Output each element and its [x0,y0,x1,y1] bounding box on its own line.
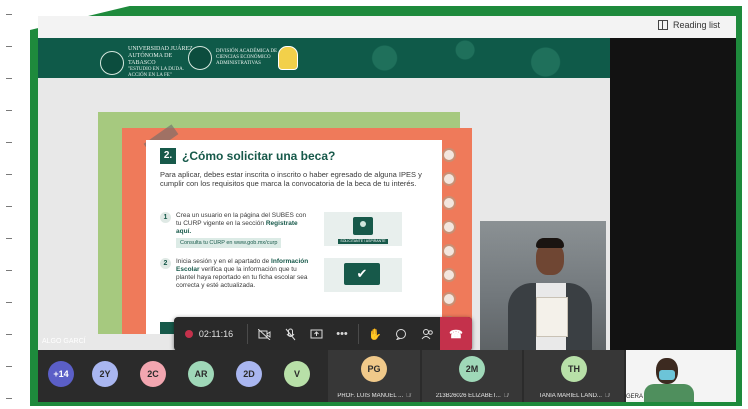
face-mask [659,370,675,380]
notebook-page: 2. ¿Cómo solicitar una beca? Para aplica… [146,140,442,334]
speaker-video [480,221,606,350]
teams-meeting-window: Reading list UNIVERSIDAD JUÁREZ AUTÓNOMA… [38,16,736,402]
raise-hand-button[interactable]: ✋ [362,317,388,351]
slide-intro: Para aplicar, debes estar inscrita o ins… [160,170,422,188]
speaker-hair [536,238,564,248]
self-video-tile[interactable]: GERA [626,350,736,402]
notebook-rings [442,148,456,330]
checkmark-icon: ✔ [344,263,380,285]
participants-button[interactable] [414,317,440,351]
meeting-timer: 02:11:16 [198,329,234,339]
browser-toolbar: Reading list [38,16,736,39]
shield-logo [278,46,298,70]
participant-name: PROF. LUIS MANUEL ... [337,393,404,399]
mic-toggle-button[interactable] [277,317,303,351]
hang-up-button[interactable]: ☎ [440,317,472,351]
participant-avatar[interactable]: AR [188,361,214,387]
hand-icon: ✋ [368,328,382,341]
camera-off-icon [257,328,270,340]
mic-off-icon: 🎙̸ [406,393,411,399]
participant-avatar[interactable]: 2D [236,361,262,387]
speaker-paper [536,297,568,337]
more-options-button[interactable]: ••• [329,317,355,351]
meeting-stage: UNIVERSIDAD JUÁREZ AUTÓNOMA DE TABASCO "… [38,38,736,351]
mic-off-icon [285,328,295,340]
reading-list-label: Reading list [672,20,720,30]
divider [247,324,248,344]
header-pattern [288,38,610,78]
recording-indicator: 02:11:16 [174,317,244,351]
shield-icon [278,46,298,70]
slide-header: UNIVERSIDAD JUÁREZ AUTÓNOMA DE TABASCO "… [38,38,610,78]
division-seal-icon [188,46,212,70]
curp-note: Consulta tu CURP en www.gob.mx/curp [176,238,282,248]
chat-button[interactable] [388,317,414,351]
recording-dot-icon [184,330,193,338]
presenter-name-label: ALGO GARCÍ [42,338,86,345]
participant-name: TANIA MARIEL LAND... [538,393,602,399]
people-icon [421,329,433,340]
divider [358,324,359,344]
participant-name: 213B26026 ELIZABET... [435,393,501,399]
checklist-illustration: ✔ [324,258,402,292]
chat-icon [396,329,406,340]
step-item-1: 1 Crea un usuario en la página del SUBES… [160,212,310,248]
mic-off-icon: 🎙̸ [503,393,509,399]
step-item-number: 1 [160,212,171,223]
user-card-illustration: SOLICITANTE / ASPIRANTE [324,212,402,246]
self-body [644,384,694,402]
slide-title: ¿Cómo solicitar una beca? [182,149,336,163]
share-screen-button[interactable] [303,317,329,351]
page-edge-ticks [0,0,30,409]
card-ribbon: SOLICITANTE / ASPIRANTE [338,239,388,244]
reading-list-icon [657,20,668,30]
reading-list-button[interactable]: Reading list [657,20,720,30]
university-logo: UNIVERSIDAD JUÁREZ AUTÓNOMA DE TABASCO "… [100,46,198,79]
step-item-number: 2 [160,258,171,269]
participant-avatar: 2M [459,356,485,382]
university-seal-icon [100,50,124,75]
division-logo: DIVISIÓN ACADÉMICA DE CIENCIAS ECONÓMICO… [188,46,286,70]
participant-tile[interactable]: TH TANIA MARIEL LAND... 🎙̸ [524,350,624,402]
participant-avatar: PG [361,356,387,382]
camera-toggle-button[interactable] [251,317,277,351]
mic-off-icon: 🎙̸ [604,393,610,399]
step-item-text: Inicia sesión y en el apartado de [176,258,270,265]
participant-tile[interactable]: PG PROF. LUIS MANUEL ... 🎙̸ [328,350,420,402]
participant-avatar[interactable]: 2C [140,361,166,387]
division-logo-text: DIVISIÓN ACADÉMICA DE CIENCIAS ECONÓMICO… [216,49,278,66]
phone-hangup-icon: ☎ [449,328,463,341]
user-icon [353,217,373,235]
step-number: 2. [160,148,176,164]
step-item-2: 2 Inicia sesión y en el apartado de Info… [160,258,310,290]
participant-avatar: TH [561,356,587,382]
share-screen-icon [310,329,322,338]
participant-avatar[interactable]: V [284,361,310,387]
self-name-label: GERA [626,394,644,400]
ellipsis-icon: ••• [336,328,348,340]
participant-tile[interactable]: 2M 213B26026 ELIZABET... 🎙̸ [422,350,522,402]
participant-avatar[interactable]: 2Y [92,361,118,387]
meeting-control-bar: 02:11:16 ••• ✋ ☎ [174,317,472,351]
overflow-participants-button[interactable]: +14 [48,361,74,387]
